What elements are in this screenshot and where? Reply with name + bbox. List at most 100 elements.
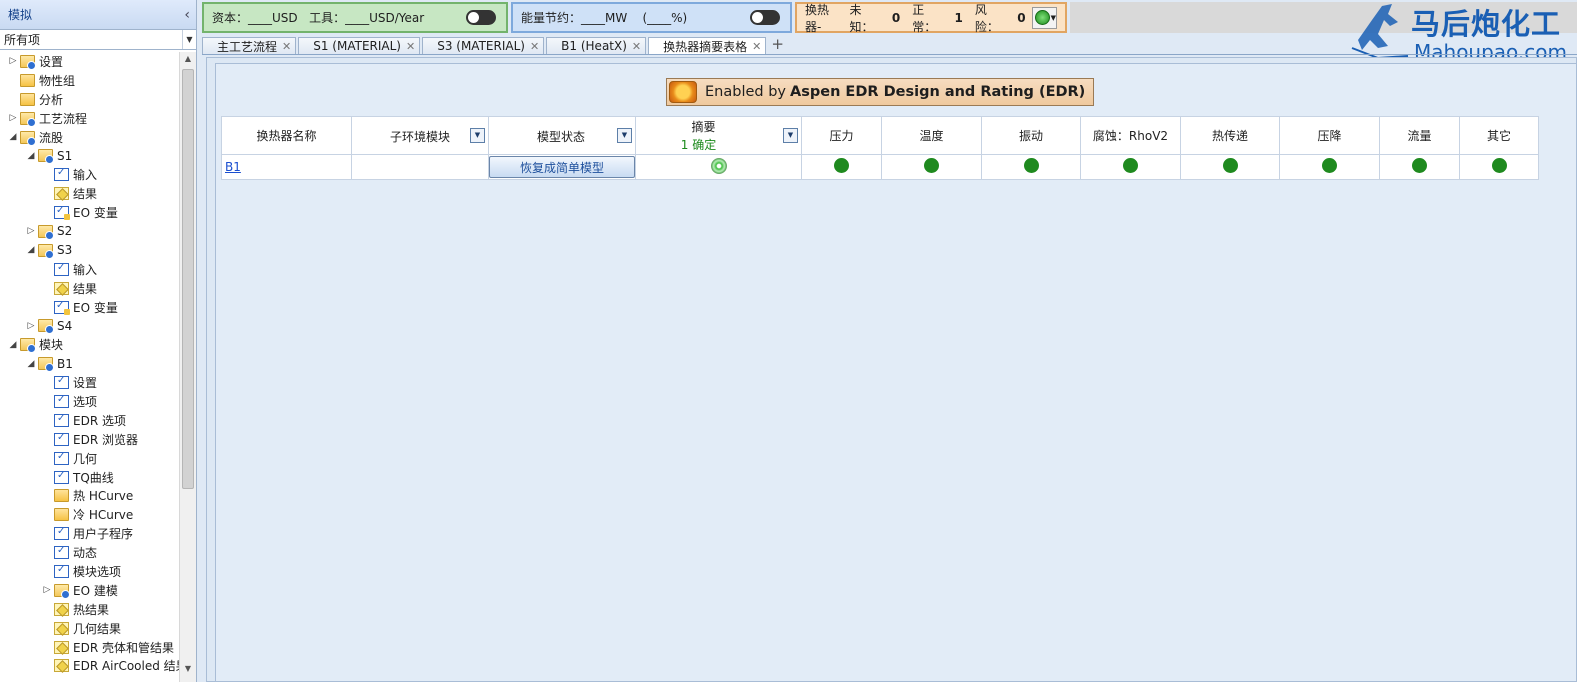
column-header-model-status-label: 模型状态 bbox=[537, 130, 586, 144]
tab-s1-material[interactable]: S1 (MATERIAL) ✕ bbox=[298, 37, 421, 54]
tree-item[interactable]: EDR AirCooled 结果 bbox=[0, 657, 180, 676]
expanded-arrow-icon[interactable]: ◢ bbox=[24, 151, 38, 161]
tree-item[interactable]: ◢ 模块 bbox=[0, 335, 180, 354]
tree-item[interactable]: ◢ 流股 bbox=[0, 128, 180, 147]
column-header-heat-transfer[interactable]: 热传递 bbox=[1180, 116, 1280, 155]
tree-item[interactable]: 设置 bbox=[0, 373, 180, 392]
tree-item[interactable]: ▷ EO 建模 bbox=[0, 581, 180, 600]
filter-dropdown-icon[interactable]: ▼ bbox=[783, 128, 798, 143]
column-header-temperature[interactable]: 温度 bbox=[881, 116, 982, 155]
column-header-vibration[interactable]: 振动 bbox=[981, 116, 1081, 155]
scrollbar-thumb[interactable] bbox=[182, 69, 194, 489]
tree-item[interactable]: 选项 bbox=[0, 392, 180, 411]
tab-hx-summary[interactable]: 换热器摘要表格 ✕ bbox=[648, 37, 767, 54]
cell-temperature bbox=[881, 154, 982, 180]
tree-item[interactable]: 结果 bbox=[0, 279, 180, 298]
tree-item[interactable]: 分析 bbox=[0, 90, 180, 109]
tab-s3-material[interactable]: S3 (MATERIAL) ✕ bbox=[422, 37, 545, 54]
tree-item-label: 设置 bbox=[73, 376, 98, 391]
cost-toggle-switch[interactable] bbox=[466, 10, 496, 25]
column-header-other[interactable]: 其它 bbox=[1459, 116, 1539, 155]
tree-item[interactable]: 热 HCurve bbox=[0, 486, 180, 505]
tree-item[interactable]: 几何 bbox=[0, 449, 180, 468]
tree-item[interactable]: EDR 选项 bbox=[0, 411, 180, 430]
capital-cost-text: 资本：____USD 工具：____USD/Year bbox=[212, 11, 425, 25]
chevron-down-icon[interactable]: ▼ bbox=[182, 30, 196, 49]
tree-item[interactable]: 结果 bbox=[0, 184, 180, 203]
results-icon bbox=[54, 621, 69, 635]
tree-item[interactable]: 动态 bbox=[0, 543, 180, 562]
tree-item[interactable]: 模块选项 bbox=[0, 562, 180, 581]
tab-b1-heatx[interactable]: B1 (HeatX) ✕ bbox=[546, 37, 647, 54]
tab-main-flowsheet[interactable]: 主工艺流程 ✕ bbox=[202, 37, 297, 54]
tree-item[interactable]: 用户子程序 bbox=[0, 524, 180, 543]
tree-item[interactable]: EO 变量 bbox=[0, 203, 180, 222]
collapsed-arrow-icon[interactable]: ▷ bbox=[24, 226, 38, 236]
close-icon[interactable]: ✕ bbox=[752, 40, 761, 53]
tree-filter-dropdown[interactable]: 所有项 ▼ bbox=[0, 30, 196, 50]
column-header-corrosion[interactable]: 腐蚀：RhoV2 bbox=[1080, 116, 1181, 155]
close-icon[interactable]: ✕ bbox=[406, 40, 415, 53]
column-header-flow[interactable]: 流量 bbox=[1379, 116, 1460, 155]
expanded-arrow-icon[interactable]: ◢ bbox=[24, 359, 38, 369]
close-icon[interactable]: ✕ bbox=[282, 40, 291, 53]
edr-banner-prefix: Enabled by bbox=[705, 84, 786, 100]
tree-item[interactable]: ◢ S1 bbox=[0, 146, 180, 165]
expanded-arrow-icon[interactable]: ◢ bbox=[6, 340, 20, 350]
tree-scrollbar[interactable]: ▲ ▼ bbox=[179, 52, 196, 682]
tree-item[interactable]: 热结果 bbox=[0, 600, 180, 619]
input-form-icon bbox=[54, 413, 69, 427]
tree-item-label: S3 bbox=[57, 243, 73, 258]
folder-status-icon bbox=[20, 111, 36, 127]
expanded-arrow-icon[interactable]: ◢ bbox=[24, 245, 38, 255]
tab-label: 主工艺流程 bbox=[217, 39, 278, 54]
tree-item-label: 冷 HCurve bbox=[73, 508, 134, 523]
column-header-subenv-label: 子环境模块 bbox=[390, 130, 451, 144]
tree-item[interactable]: 输入 bbox=[0, 165, 180, 184]
cell-summary bbox=[635, 154, 802, 180]
collapsed-arrow-icon[interactable]: ▷ bbox=[6, 56, 20, 66]
chevron-down-icon: ▼ bbox=[1050, 13, 1056, 22]
collapsed-arrow-icon[interactable]: ▷ bbox=[6, 113, 20, 123]
restore-simple-model-button[interactable]: 恢复成简单模型 bbox=[489, 156, 635, 178]
summary-status-icon bbox=[710, 157, 727, 174]
close-icon[interactable]: ✕ bbox=[530, 40, 539, 53]
tree-item[interactable]: ▷ S2 bbox=[0, 222, 180, 241]
tree-item[interactable]: EDR 浏览器 bbox=[0, 430, 180, 449]
tree-item[interactable]: 几何结果 bbox=[0, 619, 180, 638]
tree-item[interactable]: TQ曲线 bbox=[0, 468, 180, 487]
expanded-arrow-icon[interactable]: ◢ bbox=[6, 132, 20, 142]
tree-item-label: EO 变量 bbox=[73, 206, 118, 221]
column-header-pressure-drop[interactable]: 压降 bbox=[1279, 116, 1380, 155]
column-header-summary[interactable]: 摘要 1 确定 ▼ bbox=[635, 116, 802, 155]
collapsed-arrow-icon[interactable]: ▷ bbox=[24, 321, 38, 331]
scroll-up-icon[interactable]: ▲ bbox=[180, 54, 196, 68]
collapsed-arrow-icon[interactable]: ▷ bbox=[40, 585, 54, 595]
column-header-subenv[interactable]: 子环境模块 ▼ bbox=[351, 116, 489, 155]
hx-risk-label: 风险： bbox=[974, 2, 999, 34]
tree-item[interactable]: EO 变量 bbox=[0, 298, 180, 317]
cell-pressure-drop bbox=[1279, 154, 1380, 180]
collapse-pane-icon[interactable]: ‹ bbox=[184, 7, 190, 23]
close-icon[interactable]: ✕ bbox=[632, 40, 641, 53]
scroll-down-icon[interactable]: ▼ bbox=[180, 664, 196, 678]
tree-item[interactable]: 物性组 bbox=[0, 71, 180, 90]
hx-status-dropdown-button[interactable]: ▼ bbox=[1031, 6, 1057, 29]
tree-item[interactable]: ▷ 设置 bbox=[0, 52, 180, 71]
column-header-pressure[interactable]: 压力 bbox=[801, 116, 882, 155]
tree-item[interactable]: 冷 HCurve bbox=[0, 505, 180, 524]
tree-item[interactable]: ◢ B1 bbox=[0, 354, 180, 373]
tree-item[interactable]: ◢ S3 bbox=[0, 241, 180, 260]
tree-item-label: 工艺流程 bbox=[39, 111, 88, 126]
add-tab-icon[interactable]: + bbox=[771, 37, 784, 54]
energy-toggle-switch[interactable] bbox=[750, 10, 780, 25]
column-header-name[interactable]: 换热器名称 bbox=[221, 116, 352, 155]
hx-name-link[interactable]: B1 bbox=[222, 160, 351, 174]
filter-dropdown-icon[interactable]: ▼ bbox=[470, 128, 485, 143]
tree-item[interactable]: ▷ 工艺流程 bbox=[0, 109, 180, 128]
tree-item[interactable]: 输入 bbox=[0, 260, 180, 279]
edr-banner-product: Aspen EDR Design and Rating (EDR) bbox=[790, 84, 1086, 100]
tree-item[interactable]: ▷ S4 bbox=[0, 316, 180, 335]
tree-item[interactable]: EDR 壳体和管结果 bbox=[0, 638, 180, 657]
tree-item-label: 模块 bbox=[39, 338, 64, 353]
